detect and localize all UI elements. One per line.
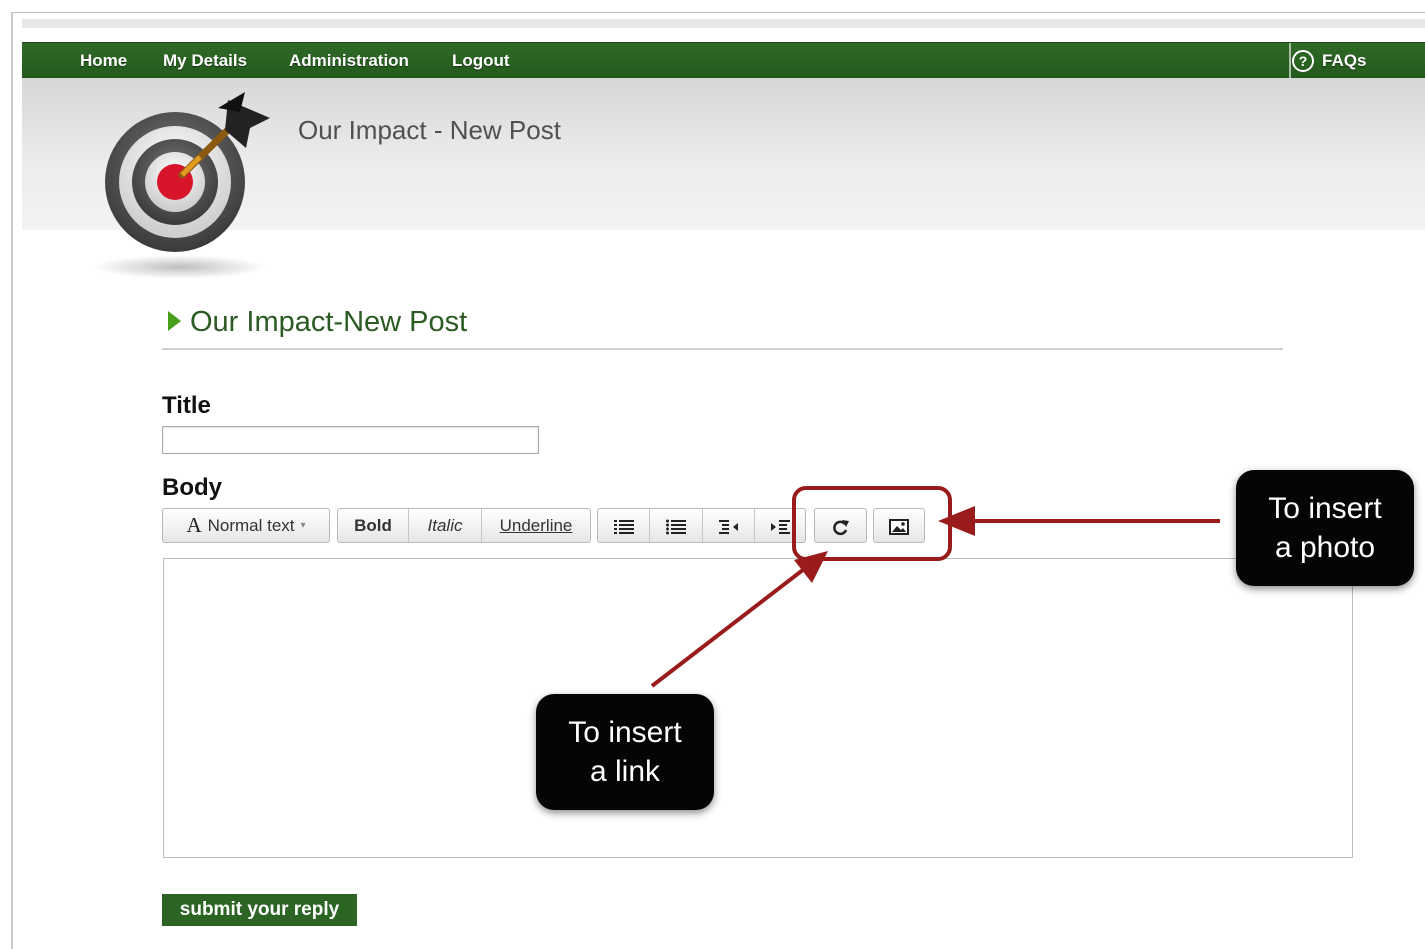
nav-separator xyxy=(1289,43,1291,78)
page-title: Our Impact-New Post xyxy=(190,306,468,338)
dartboard-target-icon xyxy=(105,92,270,252)
format-select-value: Normal text xyxy=(207,516,295,535)
title-label: Title xyxy=(162,392,211,419)
toolbar-highlight-box xyxy=(792,486,952,561)
outdent-icon xyxy=(718,519,738,534)
font-a-icon: A xyxy=(186,513,202,537)
nav-logout[interactable]: Logout xyxy=(452,43,510,78)
photo-callout: To insert a photo xyxy=(1236,470,1414,586)
underline-button[interactable]: Underline xyxy=(482,509,590,542)
help-circle-icon: ? xyxy=(1292,49,1314,72)
body-editor[interactable] xyxy=(163,558,1353,858)
screenshot-frame-left xyxy=(11,12,13,949)
screenshot-frame-top xyxy=(13,12,1425,13)
format-select-button[interactable]: A Normal text ▾ xyxy=(163,509,329,542)
nav-home[interactable]: Home xyxy=(80,43,127,78)
indent-icon xyxy=(771,519,790,534)
bulleted-list-button[interactable] xyxy=(650,509,703,542)
submit-reply-button[interactable]: submit your reply xyxy=(162,894,357,926)
bulleted-list-icon xyxy=(666,519,686,535)
chevron-down-icon: ▾ xyxy=(300,520,306,531)
list-group xyxy=(597,508,806,543)
main-navbar: Home My Details Administration Logout ? … xyxy=(22,42,1425,78)
nav-faqs[interactable]: ? FAQs xyxy=(1292,43,1366,78)
browser-top-strip xyxy=(22,19,1425,28)
numbered-list-button[interactable] xyxy=(598,509,650,542)
banner-title: Our Impact - New Post xyxy=(298,115,561,145)
faqs-label: FAQs xyxy=(1322,50,1367,70)
nav-administration[interactable]: Administration xyxy=(289,43,409,78)
body-label: Body xyxy=(162,474,222,501)
link-callout: To insert a link xyxy=(536,694,714,810)
numbered-list-icon xyxy=(613,519,634,534)
text-style-group: Bold Italic Underline xyxy=(337,508,591,543)
outdent-button[interactable] xyxy=(703,509,755,542)
section-divider xyxy=(162,348,1283,350)
title-input[interactable] xyxy=(162,426,539,454)
section-arrow-icon xyxy=(168,311,181,331)
nav-my-details[interactable]: My Details xyxy=(163,43,247,78)
bold-button[interactable]: Bold xyxy=(338,509,409,542)
italic-button[interactable]: Italic xyxy=(409,509,482,542)
format-select[interactable]: A Normal text ▾ xyxy=(162,508,330,543)
